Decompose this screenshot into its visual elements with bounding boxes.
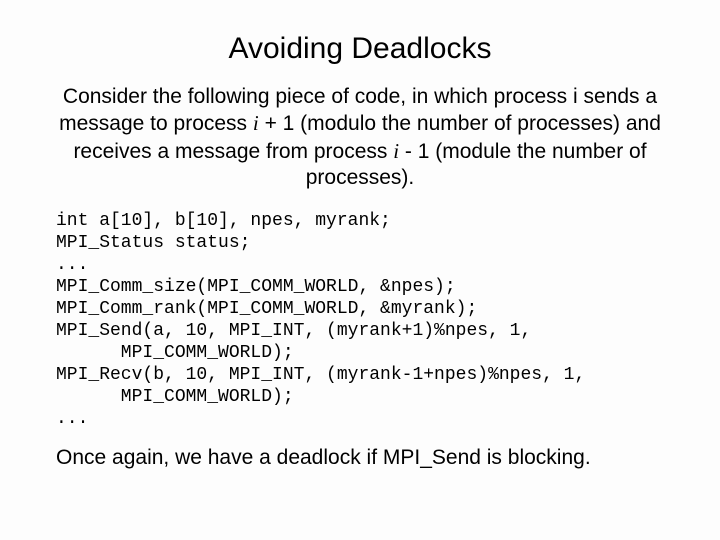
- code-block: int a[10], b[10], npes, myrank; MPI_Stat…: [56, 211, 664, 431]
- intro-paragraph: Consider the following piece of code, in…: [56, 84, 664, 191]
- slide-title: Avoiding Deadlocks: [56, 32, 664, 66]
- closing-text: Once again, we have a deadlock if MPI_Se…: [56, 446, 585, 469]
- closing-paragraph: Once again, we have a deadlock if MPI_Se…: [56, 445, 664, 471]
- slide: Avoiding Deadlocks Consider the followin…: [0, 0, 720, 540]
- closing-dot: .: [585, 446, 591, 469]
